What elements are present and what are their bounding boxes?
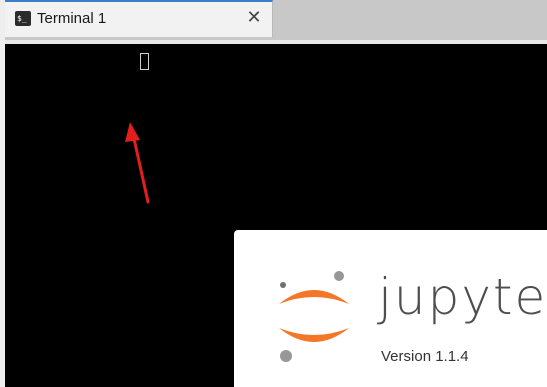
terminal-cursor (140, 53, 149, 70)
close-icon[interactable]: ✕ (243, 6, 265, 28)
about-dialog: jupyter Version 1.1.4 (234, 230, 547, 387)
terminal-icon: $_ (15, 11, 31, 26)
jupyter-logo-icon (279, 271, 349, 362)
tab-terminal-1[interactable]: $_ Terminal 1 ✕ (5, 0, 273, 37)
red-arrow-annotation (125, 122, 150, 204)
tab-label: Terminal 1 (37, 10, 107, 27)
version-label: Version 1.1.4 (381, 348, 469, 365)
app-window: $_ Terminal 1 ✕ jupyter Version 1.1.4 (0, 0, 547, 387)
tab-bar: $_ Terminal 1 ✕ (5, 0, 547, 40)
jupyter-wordmark: jupyter (378, 268, 547, 326)
